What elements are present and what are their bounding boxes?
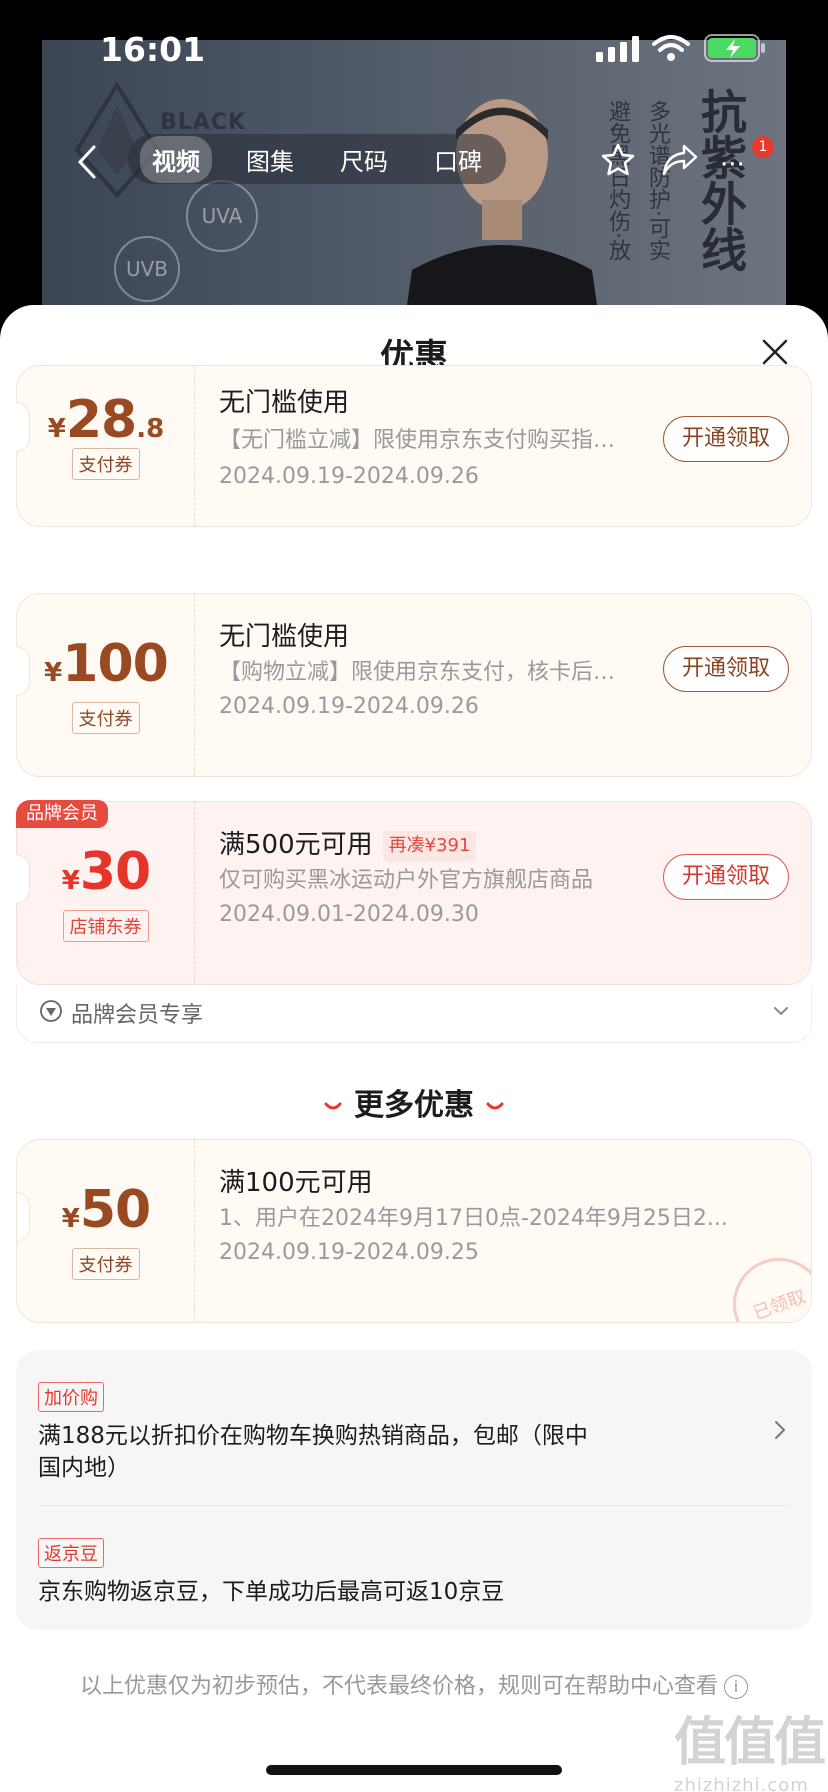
amount-value: 50	[79, 1180, 151, 1240]
coupon-type-tag: 支付券	[71, 702, 140, 734]
coupon-desc: 【购物立减】限使用京东支付，核卡后可用	[219, 660, 619, 685]
coupon-notch	[16, 646, 30, 696]
currency-symbol: ¥	[44, 658, 63, 688]
coupon-notch	[17, 1192, 30, 1242]
hero-vertical-text-a: 避免黑日灼伤·放	[605, 100, 630, 261]
coupon-notch	[16, 854, 30, 904]
coupon-desc: 1、用户在2024年9月17日0点-2024年9月25日2...	[219, 1206, 728, 1231]
coupon-amount-area: ¥30 店铺东券	[17, 802, 195, 984]
status-bar: 16:01	[0, 0, 828, 98]
coupon-date: 2024.09.19-2024.09.26	[219, 694, 479, 719]
add-more-tag: 再凑¥391	[382, 830, 477, 861]
status-time: 16:01	[100, 30, 206, 69]
disclaimer-text: 以上优惠仅为初步预估，不代表最终价格，规则可在帮助中心查看	[79, 1674, 718, 1699]
coupon-date: 2024.09.19-2024.09.25	[219, 1240, 479, 1265]
cart-badge: 1	[752, 136, 774, 158]
coupon-date: 2024.09.19-2024.09.26	[219, 464, 479, 489]
product-media-tabs: 视频 图集 尺码 口碑	[128, 134, 506, 184]
hero-vertical-text-b: 多光谱防护·可实	[645, 100, 670, 261]
wifi-icon	[652, 35, 690, 61]
coupon-card-member: ¥30 店铺东券 满500元可用 再凑¥391 仅可购买黑冰运动户外官方旗舰店商品…	[16, 801, 812, 985]
coupon-amount-area: ¥28.8 支付券	[17, 366, 195, 526]
coupon-notch	[16, 402, 30, 452]
hero-big-text: 抗紫外线	[694, 88, 748, 272]
disclaimer: 以上优惠仅为初步预估，不代表最终价格，规则可在帮助中心查看 i	[0, 1668, 828, 1700]
coupon-title: 满500元可用 再凑¥391	[219, 824, 477, 861]
coupon-date: 2024.09.01-2024.09.30	[219, 902, 479, 927]
coupon-amount-area: ¥100 支付券	[17, 594, 195, 776]
coupon-amount: ¥30	[17, 842, 195, 902]
more-offers-heading: 更多优惠	[0, 1080, 828, 1124]
promotion-list: 加价购 满188元以折扣价在购物车换购热销商品，包邮（限中国内地） 返京豆 京东…	[16, 1350, 812, 1630]
model-photo	[403, 99, 601, 330]
member-badge-icon	[40, 1000, 62, 1022]
claim-button[interactable]: 开通领取	[663, 646, 789, 692]
coupon-title: 无门槛使用	[219, 388, 350, 418]
claim-button[interactable]: 开通领取	[663, 416, 789, 462]
smile-decoration-icon	[324, 1102, 342, 1109]
info-icon[interactable]: i	[724, 1675, 748, 1699]
coupon-desc: 仅可购买黑冰运动户外官方旗舰店商品	[219, 868, 594, 893]
member-exclusive-bar[interactable]: 品牌会员专享	[16, 985, 812, 1043]
coupon-card: ¥100 支付券 无门槛使用 【购物立减】限使用京东支付，核卡后可用 2024.…	[16, 593, 812, 777]
member-exclusive-label: 品牌会员专享	[71, 1003, 204, 1028]
amount-value: 30	[79, 842, 151, 902]
tab-video[interactable]: 视频	[140, 135, 212, 183]
coupon-amount: ¥100	[17, 634, 195, 694]
claimed-stamp: 已领取	[720, 1245, 811, 1322]
coupon-title-text: 满500元可用	[219, 830, 373, 860]
amount-decimal: .8	[136, 414, 165, 444]
coupon-amount-area: ¥50 支付券	[17, 1140, 195, 1322]
coupon-sheet: 优惠 ¥28.8 支付券 无门槛使用 【无门槛立减】限使用京东支付购买指定商品 …	[0, 305, 828, 1792]
product-hero: BLACK UVA UVB 避免黑日灼伤·放 多光谱防护·可实 抗紫外线 16:…	[0, 0, 828, 330]
smile-decoration-icon	[486, 1102, 504, 1109]
watermark-logo: 值值值	[674, 1713, 826, 1773]
coupon-amount: ¥28.8	[17, 390, 195, 450]
site-watermark: 值值值 zhizhizhi.com	[674, 1700, 826, 1792]
currency-symbol: ¥	[61, 866, 80, 896]
promo-tag: 返京豆	[38, 1538, 104, 1568]
battery-charging-icon	[704, 34, 765, 62]
uva-bubble: UVA	[186, 180, 258, 252]
chevron-right-icon[interactable]	[774, 1420, 786, 1440]
coupon-amount: ¥50	[17, 1180, 195, 1240]
currency-symbol: ¥	[61, 1204, 80, 1234]
coupon-card-claimed: ¥50 支付券 满100元可用 1、用户在2024年9月17日0点-2024年9…	[16, 1139, 812, 1323]
watermark-url: zhizhizhi.com	[674, 1775, 809, 1792]
close-icon[interactable]	[760, 337, 790, 367]
coupon-card: ¥28.8 支付券 无门槛使用 【无门槛立减】限使用京东支付购买指定商品 202…	[16, 365, 812, 527]
brand-name: BLACK	[160, 110, 247, 135]
tab-gallery[interactable]: 图集	[234, 136, 306, 183]
home-indicator[interactable]	[266, 1765, 562, 1775]
amount-value: 100	[62, 634, 169, 694]
currency-symbol: ¥	[47, 414, 66, 444]
chevron-down-icon[interactable]	[773, 1005, 789, 1017]
claim-button[interactable]: 开通领取	[663, 854, 789, 900]
coupon-type-tag: 支付券	[71, 448, 140, 480]
coupon-type-tag: 店铺东券	[62, 910, 149, 942]
amount-value: 28	[65, 390, 137, 450]
back-chevron-icon[interactable]	[76, 144, 98, 180]
brand-member-flag: 品牌会员	[16, 800, 108, 828]
coupon-title: 满100元可用	[219, 1168, 373, 1198]
cellular-signal-icon	[596, 36, 639, 62]
favorite-star-icon[interactable]	[600, 142, 636, 178]
promo-divider	[38, 1505, 790, 1506]
promo-tag: 加价购	[38, 1382, 104, 1412]
tab-reviews[interactable]: 口碑	[422, 136, 494, 183]
share-icon[interactable]	[660, 142, 700, 178]
promo-text: 京东购物返京豆，下单成功后最高可返10京豆	[38, 1579, 505, 1605]
more-menu-icon[interactable]: ···	[720, 150, 745, 180]
promo-text[interactable]: 满188元以折扣价在购物车换购热销商品，包邮（限中国内地）	[38, 1420, 598, 1484]
tab-size[interactable]: 尺码	[328, 136, 400, 183]
more-offers-title: 更多优惠	[354, 1088, 474, 1123]
app-root: BLACK UVA UVB 避免黑日灼伤·放 多光谱防护·可实 抗紫外线 16:…	[0, 0, 828, 1792]
coupon-title: 无门槛使用	[219, 622, 350, 652]
coupon-type-tag: 支付券	[71, 1248, 140, 1280]
uvb-bubble: UVB	[114, 236, 180, 302]
coupon-desc: 【无门槛立减】限使用京东支付购买指定商品	[219, 428, 619, 453]
